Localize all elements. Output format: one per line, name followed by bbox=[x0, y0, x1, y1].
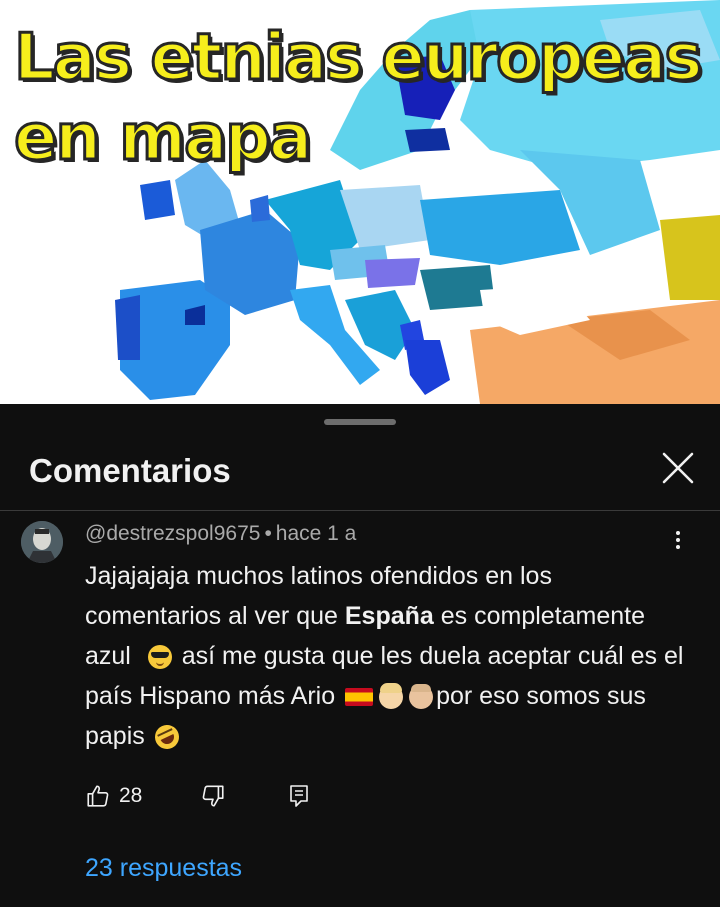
comments-title: Comentarios bbox=[29, 452, 231, 489]
comment-text-bold: España bbox=[344, 602, 434, 630]
more-vert-icon bbox=[676, 531, 680, 535]
like-button[interactable]: 28 bbox=[85, 783, 142, 809]
meta-separator: • bbox=[264, 522, 272, 545]
rofl-emoji-icon bbox=[150, 721, 183, 754]
reply-button[interactable] bbox=[288, 784, 310, 808]
more-options-button[interactable] bbox=[666, 528, 690, 556]
baby-emoji-icon bbox=[379, 683, 404, 710]
video-title-line-1: Las etnias europeas bbox=[12, 20, 703, 97]
spain-flag-icon bbox=[345, 688, 374, 707]
comment-actions: 28 bbox=[85, 780, 310, 812]
thumbs-down-icon bbox=[202, 785, 224, 807]
comment-author[interactable]: @destrezspol9675 bbox=[85, 522, 260, 545]
more-vert-dot bbox=[676, 538, 680, 542]
video-title-line-2: en mapa bbox=[12, 100, 313, 177]
child-emoji-icon bbox=[409, 684, 434, 710]
like-count: 28 bbox=[119, 784, 143, 807]
more-vert-dot bbox=[676, 545, 680, 549]
sunglasses-emoji-icon bbox=[147, 645, 172, 670]
video-player[interactable]: Las etnias europeas en mapa bbox=[0, 0, 720, 404]
avatar-image bbox=[21, 521, 63, 563]
thumbs-up-icon bbox=[87, 785, 109, 807]
dislike-button[interactable] bbox=[200, 783, 226, 809]
comment-time: hace 1 a bbox=[275, 522, 357, 545]
comment-meta: @destrezspol9675 • hace 1 a bbox=[85, 522, 356, 546]
comment-text: Jajajajaja muchos latinos ofendidos en l… bbox=[85, 556, 695, 756]
reply-comment-icon bbox=[290, 785, 309, 807]
video-title-overlay: Las etnias europeas en mapa bbox=[12, 18, 703, 178]
close-icon bbox=[662, 452, 694, 484]
drag-handle[interactable] bbox=[324, 419, 396, 425]
comments-panel: Comentarios @destrezspol9675 • hace 1 a Ja… bbox=[0, 404, 720, 907]
avatar[interactable] bbox=[21, 521, 63, 563]
close-button[interactable] bbox=[660, 450, 696, 486]
comments-header: Comentarios bbox=[0, 440, 720, 511]
replies-link[interactable]: 23 respuestas bbox=[85, 854, 242, 883]
